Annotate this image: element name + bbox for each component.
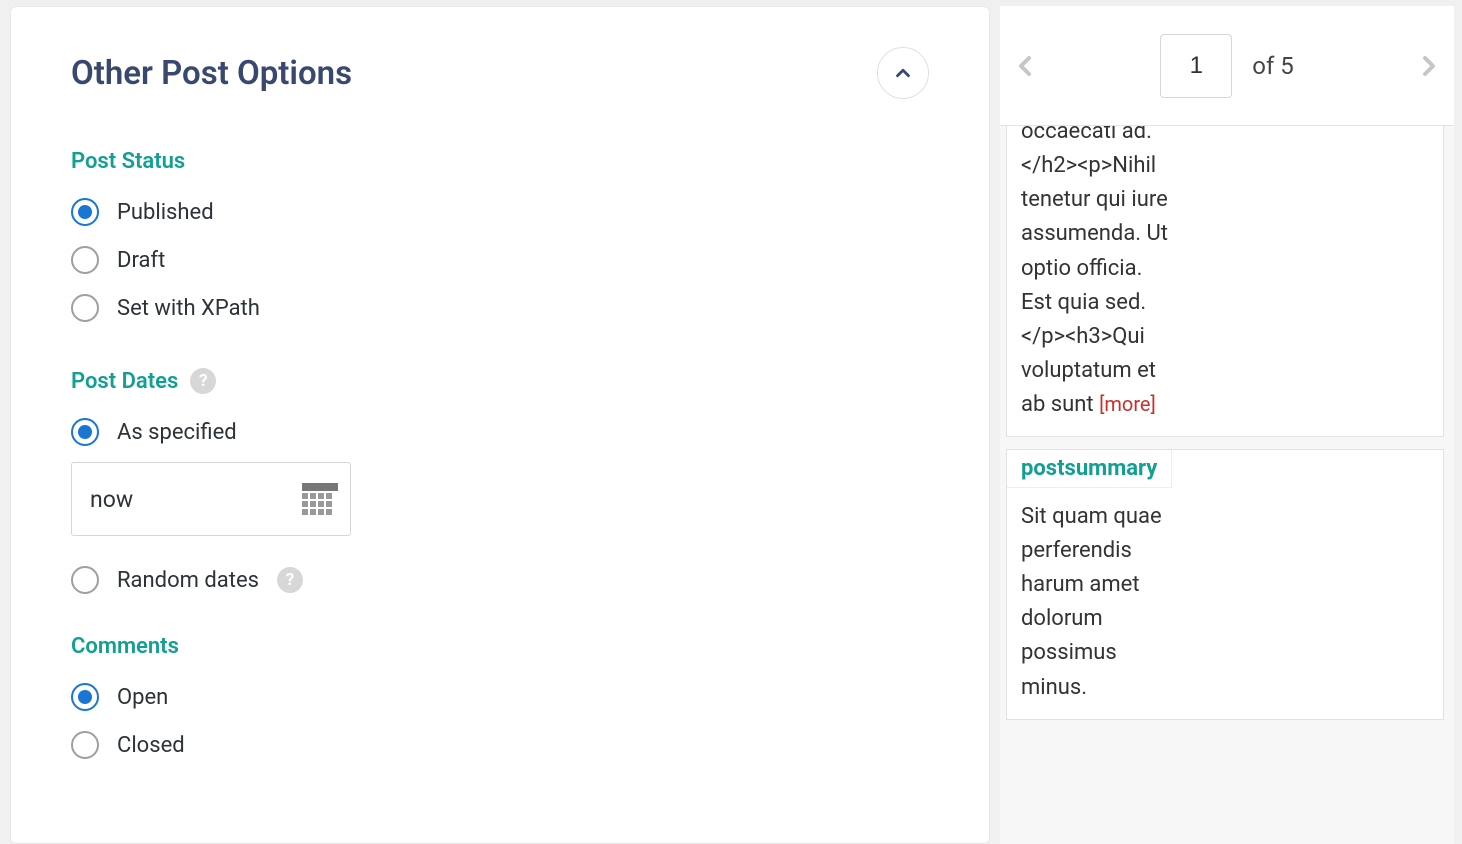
preview-cell-postsummary: postsummary Sit quam quae perferendis ha… bbox=[1006, 449, 1444, 720]
preview-body: Sit quam quae perferendis harum amet dol… bbox=[1007, 488, 1187, 719]
radio-icon bbox=[71, 294, 99, 322]
collapse-button[interactable] bbox=[877, 47, 929, 99]
preview-scroll[interactable]: postbody <h2>Dicta hic harum et occaecat… bbox=[1000, 126, 1454, 844]
panel-title: Other Post Options bbox=[71, 54, 352, 93]
comments-label: Comments bbox=[71, 634, 929, 659]
radio-icon bbox=[71, 566, 99, 594]
post-status-published[interactable]: Published bbox=[71, 198, 929, 226]
post-dates-group2: Random dates ? bbox=[71, 566, 929, 594]
radio-label: Set with XPath bbox=[117, 296, 260, 321]
comments-open[interactable]: Open bbox=[71, 683, 929, 711]
date-input[interactable]: now bbox=[71, 462, 351, 536]
post-dates-group: As specified bbox=[71, 418, 929, 446]
post-dates-random[interactable]: Random dates ? bbox=[71, 566, 929, 594]
pager-next-button[interactable] bbox=[1404, 36, 1454, 96]
post-dates-as-specified[interactable]: As specified bbox=[71, 418, 929, 446]
post-status-label: Post Status bbox=[71, 149, 929, 174]
chevron-right-icon bbox=[1413, 43, 1445, 89]
post-status-xpath[interactable]: Set with XPath bbox=[71, 294, 929, 322]
radio-icon bbox=[71, 683, 99, 711]
options-panel: Other Post Options Post Status Published… bbox=[10, 6, 990, 844]
more-link[interactable]: [more] bbox=[1099, 392, 1156, 416]
preview-body: <h2>Dicta hic harum et occaecati ad.</h2… bbox=[1007, 126, 1187, 436]
pager: of 5 bbox=[1000, 6, 1454, 126]
post-status-group: Published Draft Set with XPath bbox=[71, 198, 929, 322]
post-dates-label: Post Dates ? bbox=[71, 368, 929, 394]
radio-label: As specified bbox=[117, 420, 237, 445]
page-number-input[interactable] bbox=[1160, 34, 1232, 98]
radio-label: Draft bbox=[117, 248, 165, 273]
help-icon[interactable]: ? bbox=[190, 368, 216, 394]
pager-prev-button[interactable] bbox=[1000, 36, 1050, 96]
chevron-up-icon bbox=[892, 62, 914, 84]
panel-header: Other Post Options bbox=[71, 47, 929, 99]
radio-icon bbox=[71, 246, 99, 274]
radio-label: Random dates bbox=[117, 568, 259, 593]
radio-icon bbox=[71, 198, 99, 226]
date-input-value: now bbox=[90, 486, 133, 513]
preview-panel: of 5 postbody <h2>Dicta hic harum et occ… bbox=[1000, 6, 1462, 844]
post-status-draft[interactable]: Draft bbox=[71, 246, 929, 274]
preview-key: postsummary bbox=[1007, 450, 1172, 488]
page-total-label: of 5 bbox=[1252, 52, 1293, 80]
chevron-left-icon bbox=[1009, 43, 1041, 89]
calendar-icon[interactable] bbox=[302, 483, 338, 515]
radio-label: Closed bbox=[117, 733, 185, 758]
pager-mid: of 5 bbox=[1070, 34, 1384, 98]
radio-icon bbox=[71, 731, 99, 759]
help-icon[interactable]: ? bbox=[277, 567, 303, 593]
radio-label: Published bbox=[117, 200, 214, 225]
comments-group: Open Closed bbox=[71, 683, 929, 759]
preview-cell-postbody: postbody <h2>Dicta hic harum et occaecat… bbox=[1006, 126, 1444, 437]
radio-label: Open bbox=[117, 685, 168, 710]
comments-closed[interactable]: Closed bbox=[71, 731, 929, 759]
radio-icon bbox=[71, 418, 99, 446]
